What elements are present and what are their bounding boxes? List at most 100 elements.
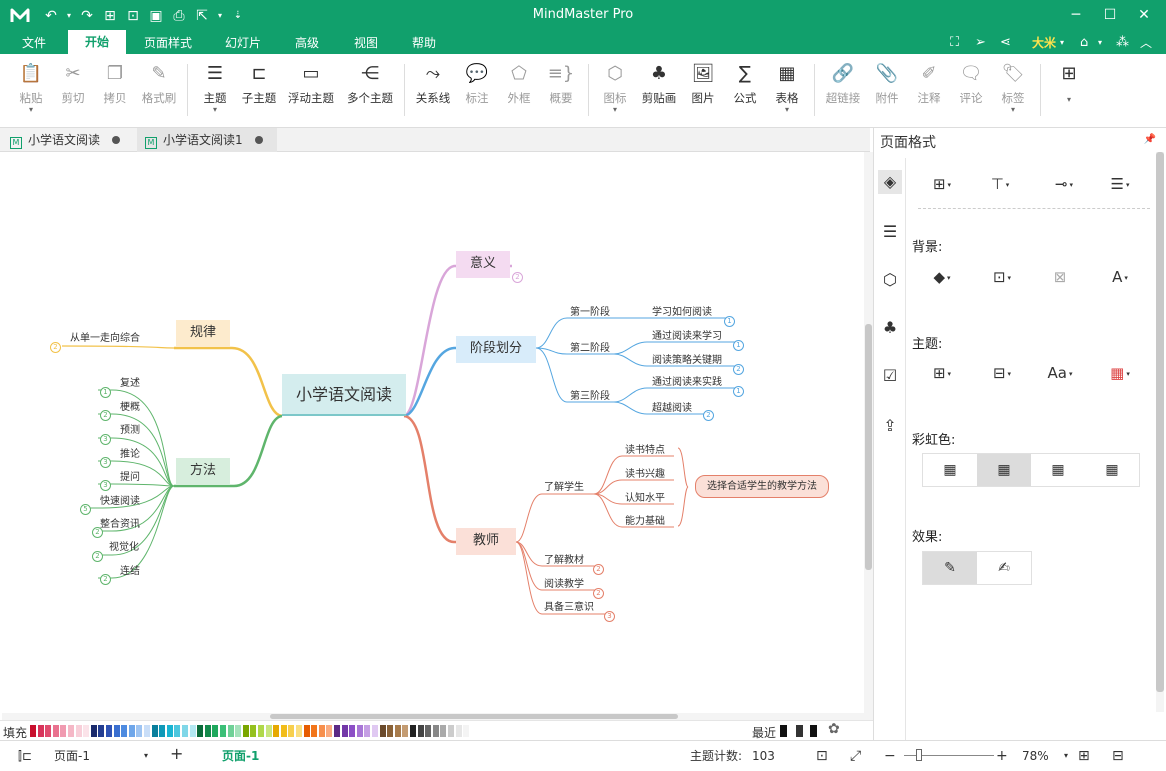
student-leaf[interactable]: 认知水平 xyxy=(625,493,665,505)
theme-icon[interactable]: ⊞ ▾ xyxy=(922,361,962,385)
zoom-level[interactable]: 78% xyxy=(1022,747,1049,765)
rainbow-option-1[interactable]: ▦ xyxy=(923,454,977,486)
student-leaf[interactable]: 读书特点 xyxy=(625,445,665,457)
stage-leaf[interactable]: 阅读策略关键期 xyxy=(652,355,722,367)
color-swatch[interactable] xyxy=(432,725,439,737)
branch-count-badge[interactable]: 3 xyxy=(604,611,615,622)
method-item[interactable]: 连结 xyxy=(120,566,140,578)
branch-count-badge[interactable]: 2 xyxy=(100,574,111,585)
color-swatch[interactable] xyxy=(220,725,226,737)
relationship-button[interactable]: ⤳ 关系线 xyxy=(410,62,456,106)
menu-slides[interactable]: 幻灯片 xyxy=(214,32,272,54)
color-swatch[interactable] xyxy=(296,725,302,737)
branch-count-badge[interactable]: 2 xyxy=(92,551,103,562)
color-swatch[interactable] xyxy=(68,725,74,737)
student-leaf[interactable]: 读书兴趣 xyxy=(625,469,665,481)
mark-button[interactable]: ⬡ 图标 ▾ xyxy=(592,62,638,114)
background-image-icon[interactable]: ⊡ ▾ xyxy=(982,265,1022,289)
branch-count-badge[interactable]: 3 xyxy=(100,434,111,445)
color-swatch[interactable] xyxy=(265,725,272,737)
fill-color-icon[interactable]: ◆ ▾ xyxy=(922,265,962,289)
teacher-item[interactable]: 了解学生 xyxy=(544,482,584,494)
color-swatch[interactable] xyxy=(182,725,188,737)
image-button[interactable]: 🖼 图片 xyxy=(680,62,726,106)
color-swatch[interactable] xyxy=(372,725,378,737)
stage-leaf[interactable]: 超越阅读 xyxy=(652,403,692,415)
branch-count-badge[interactable]: 3 xyxy=(100,457,111,468)
fullscreen-icon[interactable]: ⤢ xyxy=(850,747,861,765)
floating-topic-button[interactable]: ▭ 浮动主题 xyxy=(283,62,339,106)
page-tab[interactable]: 页面-1 xyxy=(222,747,259,765)
stage-leaf[interactable]: 通过阅读来学习 xyxy=(652,331,722,343)
zoom-in-icon[interactable]: + xyxy=(996,747,1008,765)
collapse-ribbon-icon[interactable]: ︿ xyxy=(1140,34,1152,52)
teacher-item[interactable]: 具备三意识 xyxy=(544,602,594,614)
color-swatch[interactable] xyxy=(280,725,287,737)
color-swatch[interactable] xyxy=(37,725,44,737)
color-swatch[interactable] xyxy=(98,725,105,737)
branch-count-badge[interactable]: 2 xyxy=(593,564,604,575)
color-swatch[interactable] xyxy=(128,725,135,737)
branch-count-badge[interactable]: 2 xyxy=(733,364,744,375)
structure-icon[interactable]: ⊞ ▾ xyxy=(922,172,962,196)
color-swatch[interactable] xyxy=(30,725,36,737)
color-swatch[interactable] xyxy=(121,725,128,737)
method-item[interactable]: 视觉化 xyxy=(109,542,139,554)
color-swatch[interactable] xyxy=(303,725,310,737)
zoom-out-icon[interactable]: − xyxy=(884,747,896,765)
canvas-vertical-scrollbar[interactable] xyxy=(864,152,873,720)
scroll-thumb[interactable] xyxy=(270,714,678,719)
scroll-thumb[interactable] xyxy=(1156,152,1164,692)
color-swatch[interactable] xyxy=(448,725,454,737)
format-painter-button[interactable]: ✎ 格式刷 xyxy=(136,62,182,106)
menu-view[interactable]: 视图 xyxy=(340,32,392,54)
branch-count-badge[interactable]: 2 xyxy=(703,410,714,421)
recent-color-swatch[interactable] xyxy=(780,725,787,737)
color-swatch[interactable] xyxy=(326,725,333,737)
fit-window-icon[interactable]: ⊞ xyxy=(1078,747,1090,765)
color-swatch[interactable] xyxy=(204,725,211,737)
method-item[interactable]: 推论 xyxy=(120,449,140,461)
menu-page-style[interactable]: 页面样式 xyxy=(132,32,204,54)
rainbow-option-4[interactable]: ▦ xyxy=(1085,454,1139,486)
color-swatch[interactable] xyxy=(189,725,196,737)
color-swatch[interactable] xyxy=(159,725,166,737)
color-swatch[interactable] xyxy=(151,725,158,737)
topic-button[interactable]: ☰ 主题 ▾ xyxy=(192,62,238,114)
tab-doc-2[interactable]: M 小学语文阅读1 xyxy=(137,128,277,152)
color-swatch[interactable] xyxy=(60,725,67,737)
color-swatch[interactable] xyxy=(318,725,325,737)
color-swatch[interactable] xyxy=(227,725,234,737)
skin-icon[interactable]: ⌂ xyxy=(1080,34,1088,52)
add-page-icon[interactable]: + xyxy=(170,745,183,763)
color-swatch[interactable] xyxy=(364,725,371,737)
color-scheme-icon[interactable]: ▦ ▾ xyxy=(1100,361,1140,385)
connector-style-icon[interactable]: ⊸ ▾ xyxy=(1044,172,1084,196)
topic-yiyi[interactable]: 意义 xyxy=(456,251,510,278)
color-swatch[interactable] xyxy=(440,725,447,737)
clipart-button[interactable]: ♣ 剪贴画 xyxy=(636,62,682,106)
user-name[interactable]: 大米 xyxy=(1032,34,1056,52)
user-dropdown-icon[interactable]: ▾ xyxy=(1060,34,1064,52)
boundary-button[interactable]: ⬠ 外框 xyxy=(496,62,542,106)
menu-file[interactable]: 文件 xyxy=(8,32,60,54)
branch-count-badge[interactable]: 5 xyxy=(80,504,91,515)
color-swatch[interactable] xyxy=(311,725,318,737)
numbering-icon[interactable]: ☰ ▾ xyxy=(1100,172,1140,196)
color-swatch[interactable] xyxy=(356,725,363,737)
outline-icon[interactable]: ☰ xyxy=(878,220,902,244)
teacher-item[interactable]: 阅读教学 xyxy=(544,579,584,591)
color-swatch[interactable] xyxy=(334,725,340,737)
color-swatch[interactable] xyxy=(341,725,348,737)
color-swatch[interactable] xyxy=(417,725,424,737)
stage-leaf[interactable]: 通过阅读来实践 xyxy=(652,377,722,389)
send-icon[interactable]: ➢ xyxy=(975,34,986,52)
color-swatch[interactable] xyxy=(90,725,97,737)
zoom-dropdown-icon[interactable]: ▾ xyxy=(1064,747,1068,765)
rainbow-option-3[interactable]: ▦ xyxy=(1031,454,1085,486)
color-swatch[interactable] xyxy=(52,725,59,737)
recent-color-swatch[interactable] xyxy=(796,725,803,737)
color-swatch[interactable] xyxy=(250,725,257,737)
effect-normal-icon[interactable]: ✎ xyxy=(923,552,977,584)
color-swatch[interactable] xyxy=(402,725,409,737)
